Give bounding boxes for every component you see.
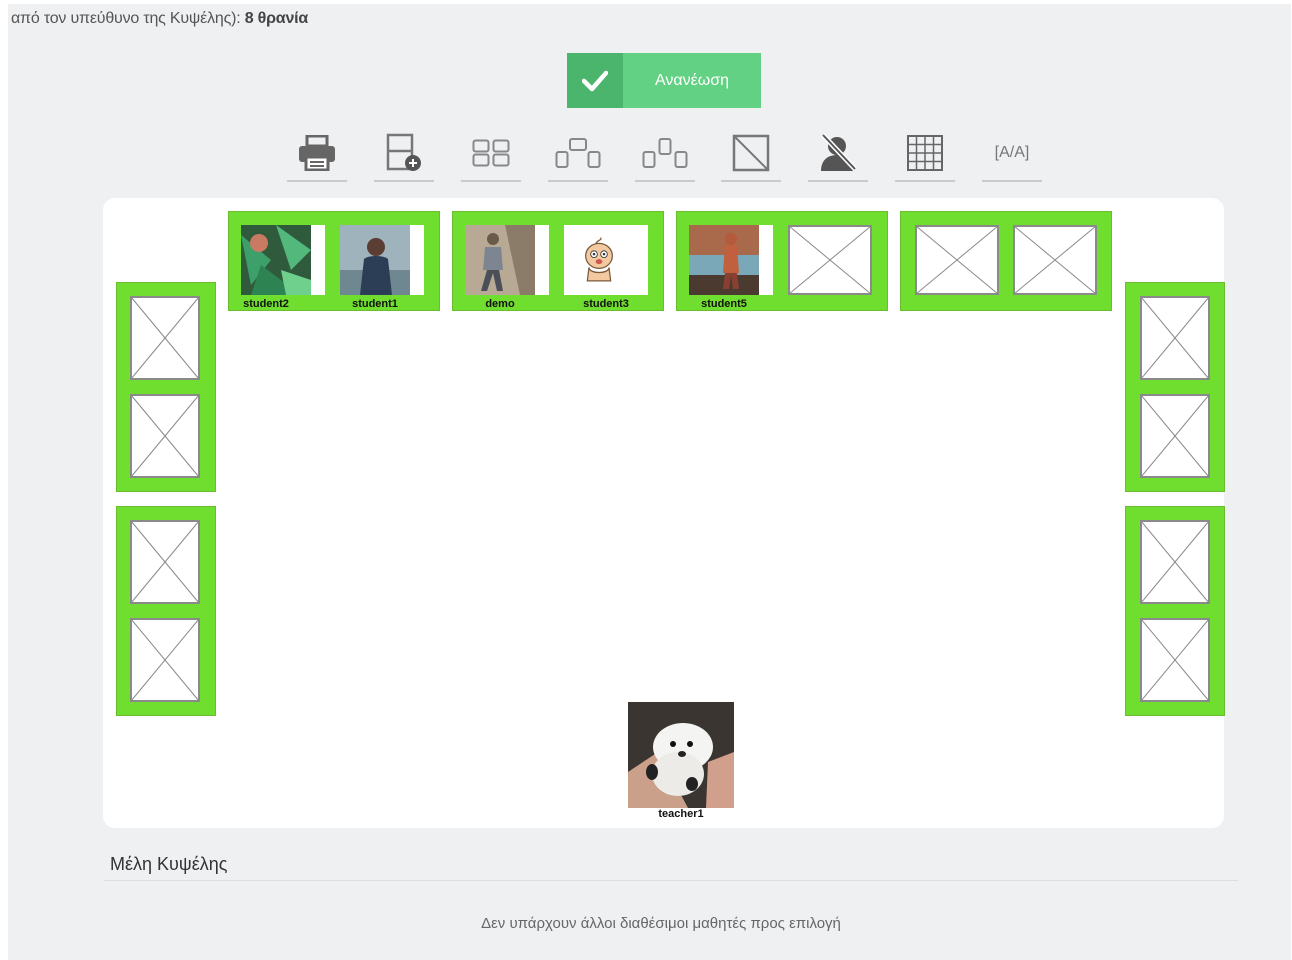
desk[interactable] [1125, 282, 1225, 492]
teacher-seat[interactable]: teacher1 [628, 702, 734, 820]
desk[interactable]: demo student3 [452, 211, 664, 311]
empty-members-message: Δεν υπάρχουν άλλοι διαθέσιμοι μαθητές πρ… [481, 915, 841, 932]
avatar-student2 [241, 225, 311, 295]
desk[interactable]: student2 student1 [228, 211, 440, 311]
empty-seat-icon [732, 134, 770, 172]
grid-layout-button[interactable] [461, 126, 521, 182]
seat-name: student1 [352, 298, 398, 310]
empty-seat-icon [130, 618, 200, 702]
empty-seat-icon [130, 296, 200, 380]
desk-count-value: 8 θρανία [244, 10, 309, 27]
desk[interactable]: student5 [676, 211, 888, 311]
seat[interactable]: student1 [340, 225, 424, 310]
seat[interactable] [1013, 225, 1097, 295]
seat[interactable]: student3 [564, 225, 648, 310]
members-title: Μέλη Κυψέλης [110, 854, 228, 874]
avatar-teacher1 [628, 702, 734, 808]
desk[interactable] [116, 506, 216, 716]
seat[interactable] [788, 225, 872, 295]
group-layout-alt-button[interactable] [635, 126, 695, 182]
seat-name: demo [485, 298, 515, 310]
empty-seat-icon [130, 520, 200, 604]
empty-seat-icon [915, 225, 999, 295]
group-layout-button[interactable] [548, 126, 608, 182]
refresh-button[interactable]: Ανανέωση [567, 53, 761, 108]
seat-name: student3 [583, 298, 629, 310]
avatar-student1 [340, 225, 410, 295]
group-layout-alt-icon [642, 138, 688, 168]
seat[interactable] [130, 618, 200, 702]
seat[interactable] [1140, 618, 1210, 702]
seat[interactable] [1140, 296, 1210, 380]
avatar-student5 [689, 225, 759, 295]
desk[interactable] [900, 211, 1112, 311]
empty-seat-icon [788, 225, 872, 295]
grid-icon [907, 135, 943, 171]
seat[interactable] [130, 394, 200, 478]
group-layout-icon [555, 138, 601, 168]
seat[interactable] [130, 296, 200, 380]
avatar-demo [465, 225, 535, 295]
seat-name: student2 [243, 298, 289, 310]
seat[interactable]: student5 [689, 225, 773, 310]
empty-seat-icon [130, 394, 200, 478]
grid-toggle-button[interactable] [895, 126, 955, 182]
add-desk-button[interactable] [374, 126, 434, 182]
empty-seat-icon [1140, 520, 1210, 604]
print-button[interactable] [287, 126, 347, 182]
print-icon [299, 135, 335, 171]
seat[interactable] [1140, 520, 1210, 604]
seat[interactable]: student2 [241, 225, 325, 310]
empty-seat-icon [1140, 618, 1210, 702]
empty-seat-icon [1013, 225, 1097, 295]
remove-user-icon [821, 133, 857, 171]
seat[interactable] [130, 520, 200, 604]
avatar-student3 [564, 230, 634, 290]
seat[interactable] [915, 225, 999, 295]
check-icon [567, 53, 623, 108]
remove-user-button[interactable] [808, 126, 868, 182]
empty-seat-icon [1140, 394, 1210, 478]
numbering-label: [A/A] [994, 144, 1030, 161]
seat[interactable] [1140, 394, 1210, 478]
desk-count-info: από τον υπεύθυνο της Κυψέλης): 8 θρανία [11, 10, 308, 28]
grid-layout-icon [472, 139, 510, 167]
refresh-label: Ανανέωση [623, 53, 761, 108]
seat-name: student5 [701, 298, 747, 310]
empty-seat-icon [1140, 296, 1210, 380]
divider [104, 880, 1238, 881]
empty-seat-button[interactable] [721, 126, 781, 182]
desk-count-prefix: από τον υπεύθυνο της Κυψέλης): [11, 10, 241, 27]
add-desk-icon [386, 133, 421, 171]
seat[interactable]: demo [465, 225, 549, 310]
teacher-name: teacher1 [658, 808, 704, 820]
numbering-button[interactable]: [A/A] [982, 126, 1042, 182]
desk[interactable] [1125, 506, 1225, 716]
desk[interactable] [116, 282, 216, 492]
